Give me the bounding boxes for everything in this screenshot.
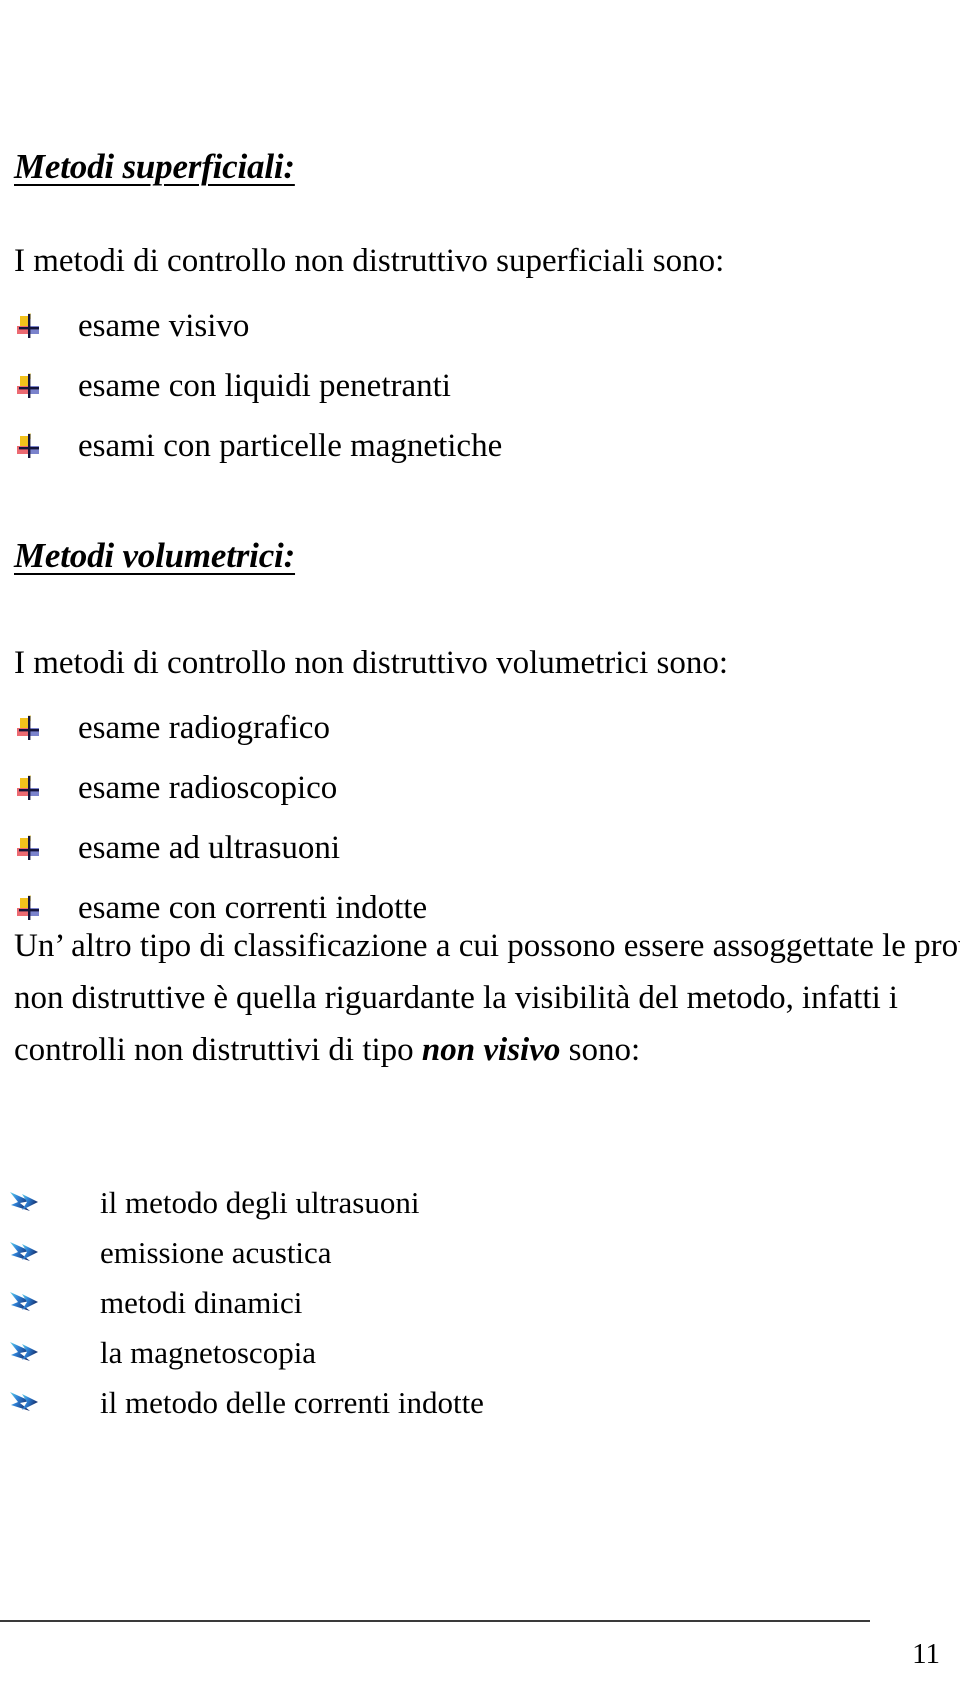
colored-cross-bullet-icon	[16, 373, 42, 399]
blue-arrow-bullet-icon	[8, 1239, 46, 1267]
colored-cross-bullet-icon	[16, 313, 42, 339]
list-item: esame visivo	[0, 296, 900, 356]
intro-metodi-volumetrici: I metodi di controllo non distruttivo vo…	[14, 645, 729, 681]
list-item-label: esame radioscopico	[78, 769, 338, 806]
paragraph-line-2: non distruttive è quella riguardante la …	[14, 972, 898, 1024]
colored-cross-bullet-icon	[16, 433, 42, 459]
paragraph-word: non	[14, 980, 64, 1016]
paragraph-word: infatti	[801, 980, 881, 1016]
list-item-label: il metodo degli ultrasuoni	[100, 1184, 420, 1220]
paragraph-text: controlli non distruttivi di tipo	[14, 1032, 422, 1068]
paragraph-emphasis-non-visivo: non visivo	[421, 1032, 561, 1068]
page-number: 11	[912, 1638, 940, 1670]
colored-cross-bullet-icon	[16, 715, 42, 741]
blue-arrow-bullet-icon	[8, 1289, 46, 1317]
list-item: il metodo degli ultrasuoni	[0, 1178, 900, 1228]
heading-metodi-volumetrici: Metodi volumetrici:	[14, 536, 296, 575]
paragraph-text: sono:	[560, 1032, 641, 1068]
paragraph-word: distruttive	[71, 980, 206, 1016]
list-item: esame con liquidi penetranti	[0, 356, 900, 416]
list-item: metodi dinamici	[0, 1278, 900, 1328]
paragraph-word: metodo,	[686, 980, 794, 1016]
list-metodi-superficiali: esame visivo esame con liquidi penetrant…	[0, 296, 900, 476]
blue-arrow-bullet-icon	[8, 1339, 46, 1367]
list-item-label: metodi dinamici	[100, 1284, 303, 1320]
paragraph-word: del	[638, 980, 679, 1016]
paragraph-line-1: Un’ altro tipo di classificazione a cui …	[14, 928, 960, 964]
paragraph-line-3: controlli non distruttivi di tipo non vi…	[14, 1024, 898, 1076]
list-metodi-non-visivi: il metodo degli ultrasuoni emissione acu…	[0, 1178, 900, 1428]
colored-cross-bullet-icon	[16, 895, 42, 921]
blue-arrow-bullet-icon	[8, 1389, 46, 1417]
paragraph-word: la	[482, 980, 507, 1016]
list-item-label: la magnetoscopia	[100, 1334, 317, 1370]
list-item: esami con particelle magnetiche	[0, 416, 900, 476]
list-item: la magnetoscopia	[0, 1328, 900, 1378]
list-item-label: esame con liquidi penetranti	[78, 367, 451, 404]
list-item: il metodo delle correnti indotte	[0, 1378, 900, 1428]
blue-arrow-bullet-icon	[8, 1189, 46, 1217]
paragraph-word: quella	[236, 980, 317, 1016]
list-item-label: esame radiografico	[78, 709, 330, 746]
colored-cross-bullet-icon	[16, 775, 42, 801]
intro-metodi-superficiali: I metodi di controllo non distruttivo su…	[14, 243, 725, 279]
list-item: esame radiografico	[0, 698, 900, 758]
heading-metodi-superficiali: Metodi superficiali:	[14, 147, 295, 186]
paragraph-word: riguardante	[324, 980, 475, 1016]
list-item: esame ad ultrasuoni	[0, 818, 900, 878]
paragraph-word: i	[888, 980, 898, 1016]
list-item: esame radioscopico	[0, 758, 900, 818]
list-item-label: esame visivo	[78, 307, 250, 344]
paragraph-word: è	[213, 980, 229, 1016]
list-item-label: esami con particelle magnetiche	[78, 427, 503, 464]
list-item: emissione acustica	[0, 1228, 900, 1278]
document-page: Metodi superficiali: I metodi di control…	[0, 0, 960, 1691]
colored-cross-bullet-icon	[16, 835, 42, 861]
paragraph-word: visibilità	[514, 980, 631, 1016]
list-item-label: il metodo delle correnti indotte	[100, 1384, 484, 1420]
paragraph-classificazione: Un’ altro tipo di classificazione a cui …	[14, 920, 960, 1076]
list-metodi-volumetrici: esame radiografico esame radioscopico es…	[0, 698, 900, 938]
footer-divider	[0, 1620, 870, 1622]
list-item-label: esame ad ultrasuoni	[78, 829, 341, 866]
list-item-label: emissione acustica	[100, 1234, 332, 1270]
